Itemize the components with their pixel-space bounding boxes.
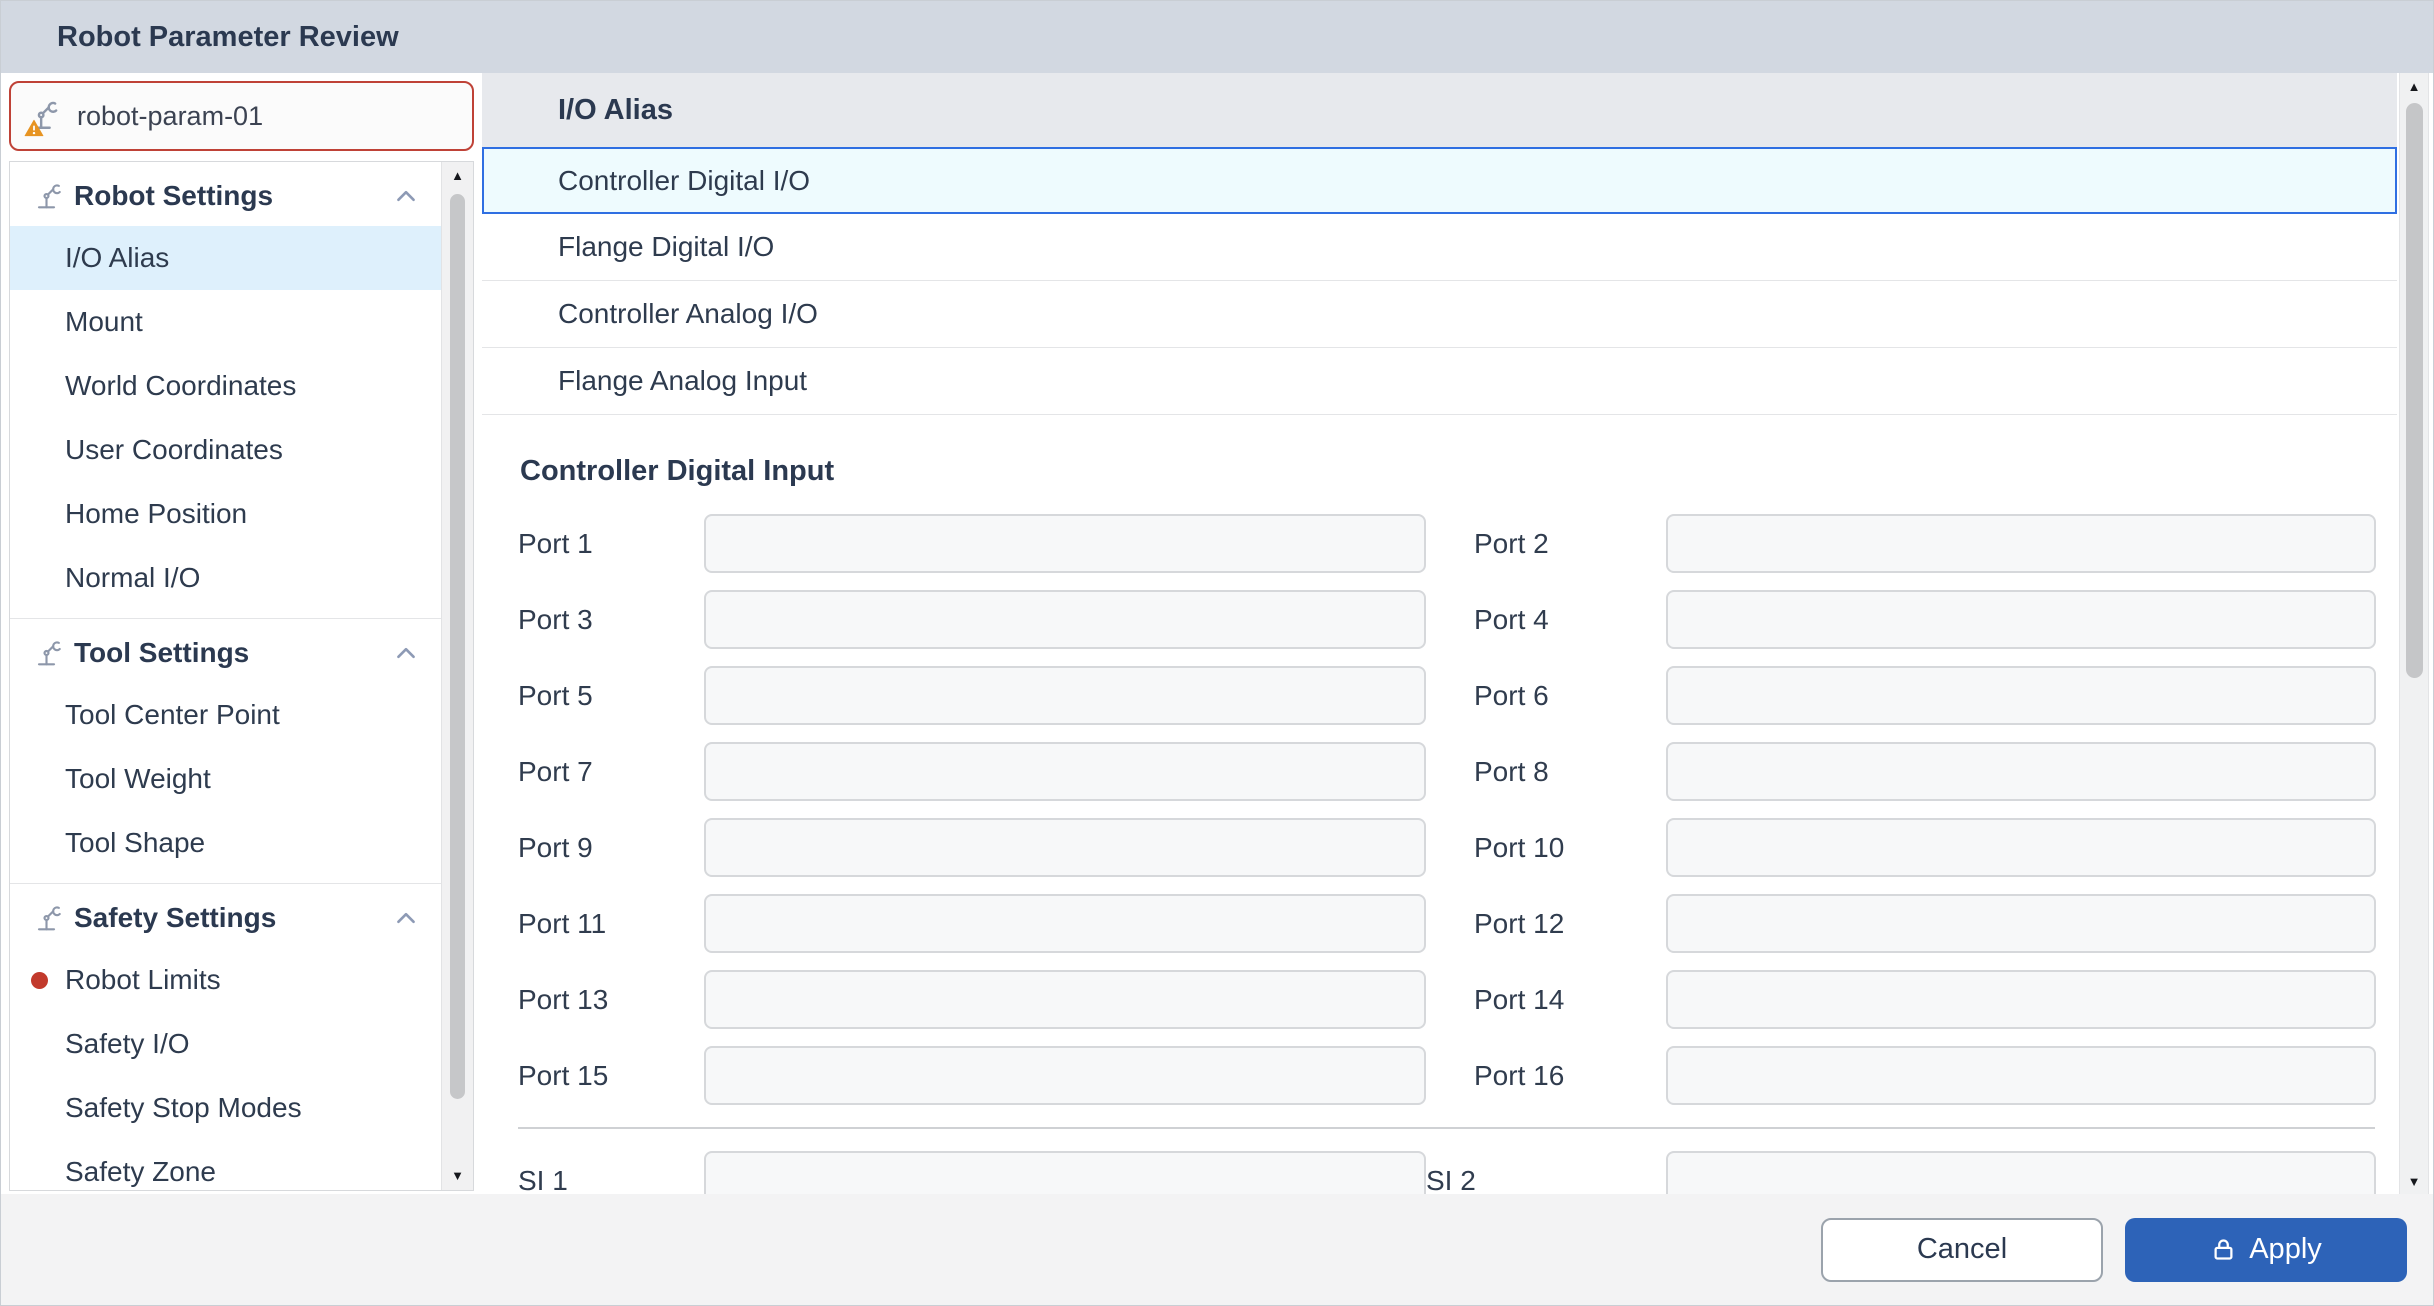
sidebar-item-safety-zone[interactable]: Safety Zone [10,1140,441,1190]
port-3-input[interactable] [704,590,1426,649]
list-item-flange-digital-io[interactable]: Flange Digital I/O [482,214,2397,281]
chevron-up-icon [393,905,419,931]
sidebar-item-tool-shape[interactable]: Tool Shape [10,811,441,875]
sidebar-item-safety-io[interactable]: Safety I/O [10,1012,441,1076]
dialog-titlebar: Robot Parameter Review [1,1,2433,73]
port-7-label: Port 7 [518,755,593,787]
robot-arm-icon [34,903,64,933]
port-8-input[interactable] [1666,742,2376,801]
port-9-label: Port 9 [518,831,593,863]
section-header-tool-settings[interactable]: Tool Settings [10,623,441,683]
red-dot-icon [31,972,48,989]
robot-parameter-review-dialog: Robot Parameter Review robot-param-01 Ro… [0,0,2434,1306]
port-14-input[interactable] [1666,970,2376,1029]
port-9-input[interactable] [704,818,1426,877]
chevron-up-icon [393,183,419,209]
scroll-up-icon[interactable]: ▲ [2400,75,2428,99]
port-13-input[interactable] [704,970,1426,1029]
sidebar-scrollbar-thumb[interactable] [450,194,465,1099]
port-10-input[interactable] [1666,818,2376,877]
port-5-input[interactable] [704,666,1426,725]
cancel-button[interactable]: Cancel [1821,1217,2103,1282]
sidebar-item-safety-stop-modes[interactable]: Safety Stop Modes [10,1076,441,1140]
settings-tree: Robot Settings I/O Alias Mount World Coo… [10,162,441,1190]
port-11-label: Port 11 [518,907,607,939]
port-8-label: Port 8 [1474,755,1549,787]
lock-icon [2210,1236,2237,1263]
warning-icon [24,119,44,137]
port-14-label: Port 14 [1474,983,1565,1015]
scroll-down-icon[interactable]: ▼ [2400,1170,2428,1194]
port-11-input[interactable] [704,894,1426,953]
si-1-label: SI 1 [518,1164,568,1196]
port-1-label: Port 1 [518,527,593,559]
sidebar-scrollbar[interactable]: ▲ ▼ [441,162,473,1190]
robot-arm-icon [34,181,64,211]
port-12-label: Port 12 [1474,907,1565,939]
port-2-label: Port 2 [1474,527,1549,559]
sidebar-item-tool-center-point[interactable]: Tool Center Point [10,683,441,747]
port-5-label: Port 5 [518,679,593,711]
chevron-up-icon [393,640,419,666]
port-6-input[interactable] [1666,666,2376,725]
main-content: I/O Alias Controller Digital I/O Flange … [482,73,2433,1196]
port-1-input[interactable] [704,514,1426,573]
sidebar-item-mount[interactable]: Mount [10,290,441,354]
list-item-flange-analog-input[interactable]: Flange Analog Input [482,348,2397,415]
port-15-input[interactable] [704,1046,1426,1105]
scroll-down-icon[interactable]: ▼ [442,1164,473,1188]
section-tool-settings: Tool Settings Tool Center Point Tool Wei… [10,619,441,883]
port-3-label: Port 3 [518,603,593,635]
port-2-input[interactable] [1666,514,2376,573]
sidebar-item-io-alias[interactable]: I/O Alias [10,226,441,290]
port-16-label: Port 16 [1474,1059,1565,1091]
section-safety-settings: Safety Settings Robot Limits Safety I/O … [10,884,441,1190]
port-16-input[interactable] [1666,1046,2376,1105]
port-7-input[interactable] [704,742,1426,801]
robot-arm-icon [34,638,64,668]
dialog-footer: Cancel Apply [1,1194,2433,1305]
sidebar-item-robot-limits[interactable]: Robot Limits [10,948,441,1012]
list-item-controller-digital-io[interactable]: Controller Digital I/O [482,147,2397,214]
sidebar: robot-param-01 Robot Settings I/O Alias … [1,73,482,1196]
robot-arm-warning-icon [27,98,63,134]
sidebar-item-tool-weight[interactable]: Tool Weight [10,747,441,811]
port-4-input[interactable] [1666,590,2376,649]
si-1-input[interactable] [704,1151,1426,1196]
sidebar-item-user-coordinates[interactable]: User Coordinates [10,418,441,482]
port-12-input[interactable] [1666,894,2376,953]
sidebar-item-normal-io[interactable]: Normal I/O [10,546,441,610]
main-scrollbar[interactable]: ▲ ▼ [2399,73,2429,1196]
port-6-label: Port 6 [1474,679,1549,711]
si-grid: SI 1 SI 2 [518,1151,2433,1196]
port-10-label: Port 10 [1474,831,1565,863]
sidebar-item-world-coordinates[interactable]: World Coordinates [10,354,441,418]
main-scrollbar-thumb[interactable] [2406,103,2423,678]
port-grid: Port 1 Port 2 Port 3 Port 4 Port 5 Port … [518,514,2433,1105]
port-4-label: Port 4 [1474,603,1549,635]
section-header-robot-settings[interactable]: Robot Settings [10,166,441,226]
sidebar-item-home-position[interactable]: Home Position [10,482,441,546]
robot-name-value: robot-param-01 [77,100,264,131]
form-divider [518,1127,2375,1129]
port-15-label: Port 15 [518,1059,609,1091]
port-13-label: Port 13 [518,983,609,1015]
list-item-controller-analog-io[interactable]: Controller Analog I/O [482,281,2397,348]
section-header-safety-settings[interactable]: Safety Settings [10,888,441,948]
scroll-up-icon[interactable]: ▲ [442,164,473,188]
si-2-input[interactable] [1666,1151,2376,1196]
apply-button[interactable]: Apply [2125,1217,2407,1282]
io-alias-list: I/O Alias Controller Digital I/O Flange … [482,73,2397,415]
section-title: Controller Digital Input [520,455,835,487]
robot-name-field[interactable]: robot-param-01 [9,81,474,151]
dialog-title: Robot Parameter Review [57,20,399,53]
io-alias-list-header: I/O Alias [482,73,2397,147]
section-robot-settings: Robot Settings I/O Alias Mount World Coo… [10,162,441,618]
apply-button-label: Apply [2249,1233,2322,1265]
si-2-label: SI 2 [1426,1164,1476,1196]
settings-tree-panel: Robot Settings I/O Alias Mount World Coo… [9,161,474,1191]
